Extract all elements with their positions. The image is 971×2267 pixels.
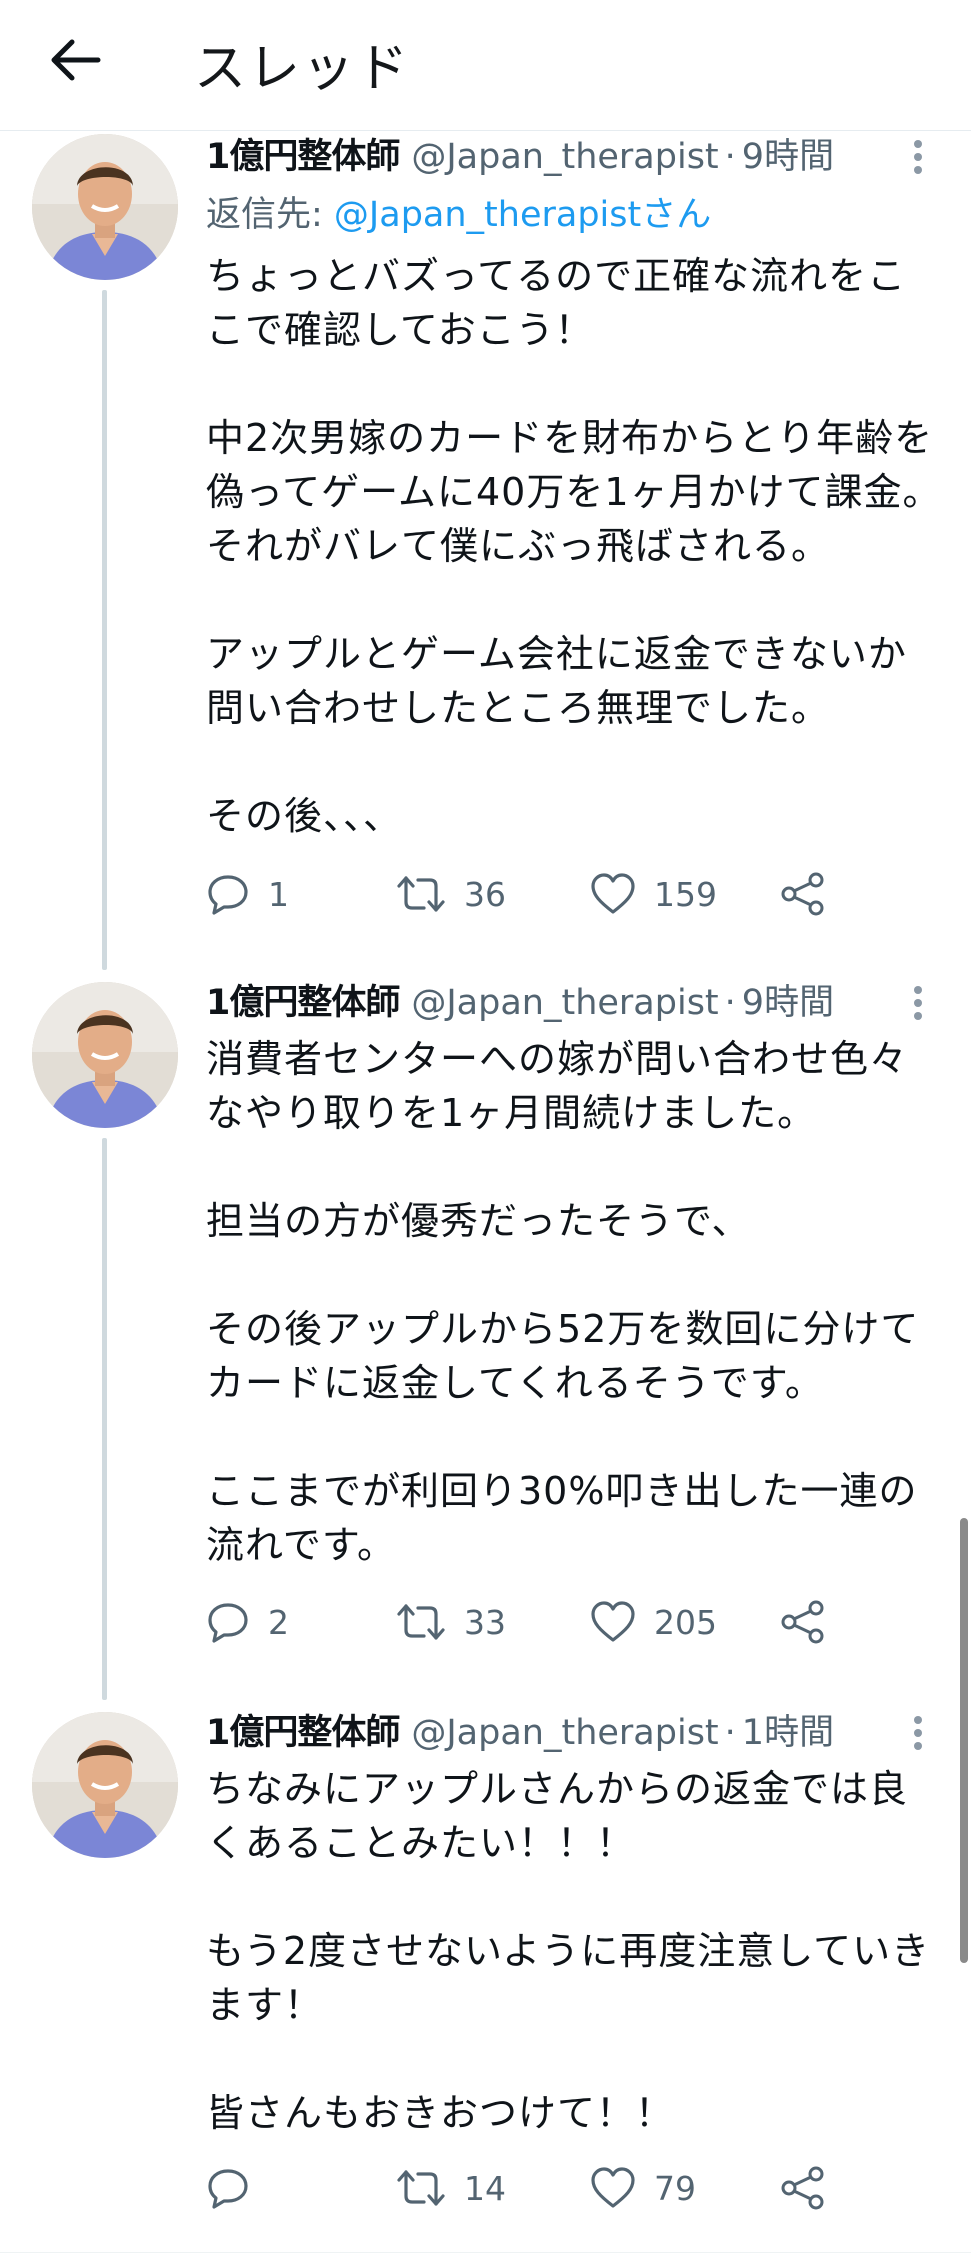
more-options-icon[interactable] (898, 978, 938, 1028)
like-button[interactable]: 79 (590, 2158, 696, 2218)
tweet-meta: 1億円整体師 @Japan_therapist · 9時間 (206, 978, 886, 1028)
tweet-line: くあることみたい！！！ (206, 1821, 636, 1865)
avatar[interactable] (32, 134, 178, 280)
tweet-line: その後アップルから52万を数回に分けて (206, 1307, 920, 1351)
tweet-actions: 14 79 (206, 2158, 926, 2218)
username[interactable]: @Japan_therapist (411, 983, 718, 1023)
avatar[interactable] (32, 982, 178, 1128)
reply-button[interactable]: 2 (206, 1592, 289, 1652)
retweet-icon (397, 876, 445, 912)
tweet-line: ます！ (206, 1983, 324, 2027)
reply-mention-link[interactable]: @Japan_therapistさん (334, 195, 711, 235)
reply-count: 1 (268, 874, 289, 914)
tweet-line: 中2次男嫁のカードを財布からとり年齢を (206, 416, 934, 460)
tweet-line: 問い合わせしたところ無理でした。 (206, 686, 831, 730)
back-button[interactable] (40, 24, 112, 96)
app-header: スレッド (0, 0, 971, 131)
tweet-meta: 1億円整体師 @Japan_therapist · 1時間 (206, 1708, 886, 1758)
share-icon (781, 872, 824, 916)
username[interactable]: @Japan_therapist (411, 137, 718, 177)
timestamp[interactable]: 9時間 (742, 983, 834, 1023)
retweet-button[interactable]: 36 (396, 864, 506, 924)
share-button[interactable] (780, 864, 826, 924)
separator: · (724, 1713, 736, 1753)
tweet-line: 流れです。 (206, 1523, 397, 1567)
like-count: 205 (654, 1602, 717, 1642)
heart-icon (591, 1601, 635, 1642)
avatar[interactable] (32, 1712, 178, 1858)
tweet-line: アップルとゲーム会社に返金できないか (206, 632, 907, 676)
display-name[interactable]: 1億円整体師 (206, 1713, 400, 1753)
tweet-text: ちなみにアップルさんからの返金では良 くあることみたい！！！ もう2度させないよ… (206, 1762, 936, 2140)
reply-button[interactable] (206, 2158, 268, 2218)
tweet-line: カードに返金してくれるそうです。 (206, 1361, 824, 1405)
tweet-line: なやり取りを1ヶ月間続けました。 (206, 1091, 817, 1135)
tweet-line: それがバレて僕にぶっ飛ばされる。 (206, 524, 831, 568)
separator: · (724, 983, 736, 1023)
reply-icon (208, 1603, 248, 1643)
tweet-line: 消費者センターへの嫁が問い合わせ色々 (206, 1037, 909, 1081)
like-button[interactable]: 159 (590, 864, 717, 924)
reply-button[interactable]: 1 (206, 864, 289, 924)
scrollbar[interactable] (960, 1518, 968, 1963)
display-name[interactable]: 1億円整体師 (206, 983, 400, 1023)
share-button[interactable] (780, 1592, 826, 1652)
more-options-icon[interactable] (898, 1708, 938, 1758)
tweet-text: ちょっとバズってるので正確な流れをこ こで確認しておこう！ 中2次男嫁のカードを… (206, 249, 942, 843)
retweet-button[interactable]: 33 (396, 1592, 506, 1652)
profile-photo (32, 982, 178, 1128)
retweet-count: 36 (464, 874, 506, 914)
share-icon (781, 1600, 824, 1644)
like-count: 159 (654, 874, 717, 914)
profile-photo (32, 1712, 178, 1858)
thread-line (102, 1138, 107, 1700)
tweet-line: 偽ってゲームに40万を1ヶ月かけて課金。 (206, 470, 942, 514)
tweet-line: 皆さんもおきおつけて！！ (206, 2091, 675, 2135)
share-button[interactable] (780, 2158, 826, 2218)
thread-line (102, 290, 107, 970)
retweet-count: 14 (464, 2168, 506, 2208)
tweet-line: その後、、、 (206, 794, 403, 838)
tweet-line: こで確認しておこう！ (206, 308, 594, 352)
more-options-icon[interactable] (898, 132, 938, 182)
heart-icon (591, 873, 635, 914)
timestamp[interactable]: 9時間 (742, 137, 834, 177)
bottom-divider (0, 2252, 971, 2253)
retweet-icon (397, 1604, 445, 1640)
display-name[interactable]: 1億円整体師 (206, 137, 400, 177)
arrow-left-icon (51, 39, 101, 81)
tweet-text: 消費者センターへの嫁が問い合わせ色々 なやり取りを1ヶ月間続けました。 担当の方… (206, 1032, 936, 1572)
timestamp[interactable]: 1時間 (742, 1713, 834, 1753)
reply-count: 2 (268, 1602, 289, 1642)
tweet-line: ちなみにアップルさんからの返金では良 (206, 1767, 909, 1811)
heart-icon (591, 2167, 635, 2208)
separator: · (724, 137, 736, 177)
like-count: 79 (654, 2168, 696, 2208)
reply-icon (208, 875, 248, 915)
profile-photo (32, 134, 178, 280)
tweet-line: 担当の方が優秀だったそうで、 (206, 1199, 751, 1243)
tweet-actions: 1 36 159 (206, 864, 926, 924)
retweet-icon (397, 2170, 445, 2206)
retweet-button[interactable]: 14 (396, 2158, 506, 2218)
reply-prefix: 返信先: (206, 195, 334, 235)
tweet-actions: 2 33 205 (206, 1592, 926, 1652)
reply-icon (208, 2169, 248, 2209)
retweet-count: 33 (464, 1602, 506, 1642)
tweet-line: もう2度させないように再度注意していき (206, 1929, 931, 1973)
tweet-line: ちょっとバズってるので正確な流れをこ (206, 254, 907, 298)
page-title: スレッド (194, 39, 411, 99)
like-button[interactable]: 205 (590, 1592, 717, 1652)
username[interactable]: @Japan_therapist (411, 1713, 718, 1753)
reply-context: 返信先: @Japan_therapistさん (206, 190, 711, 240)
share-icon (781, 2166, 824, 2210)
tweet-meta: 1億円整体師 @Japan_therapist · 9時間 (206, 132, 886, 182)
tweet-line: ここまでが利回り30%叩き出した一連の (206, 1469, 918, 1513)
